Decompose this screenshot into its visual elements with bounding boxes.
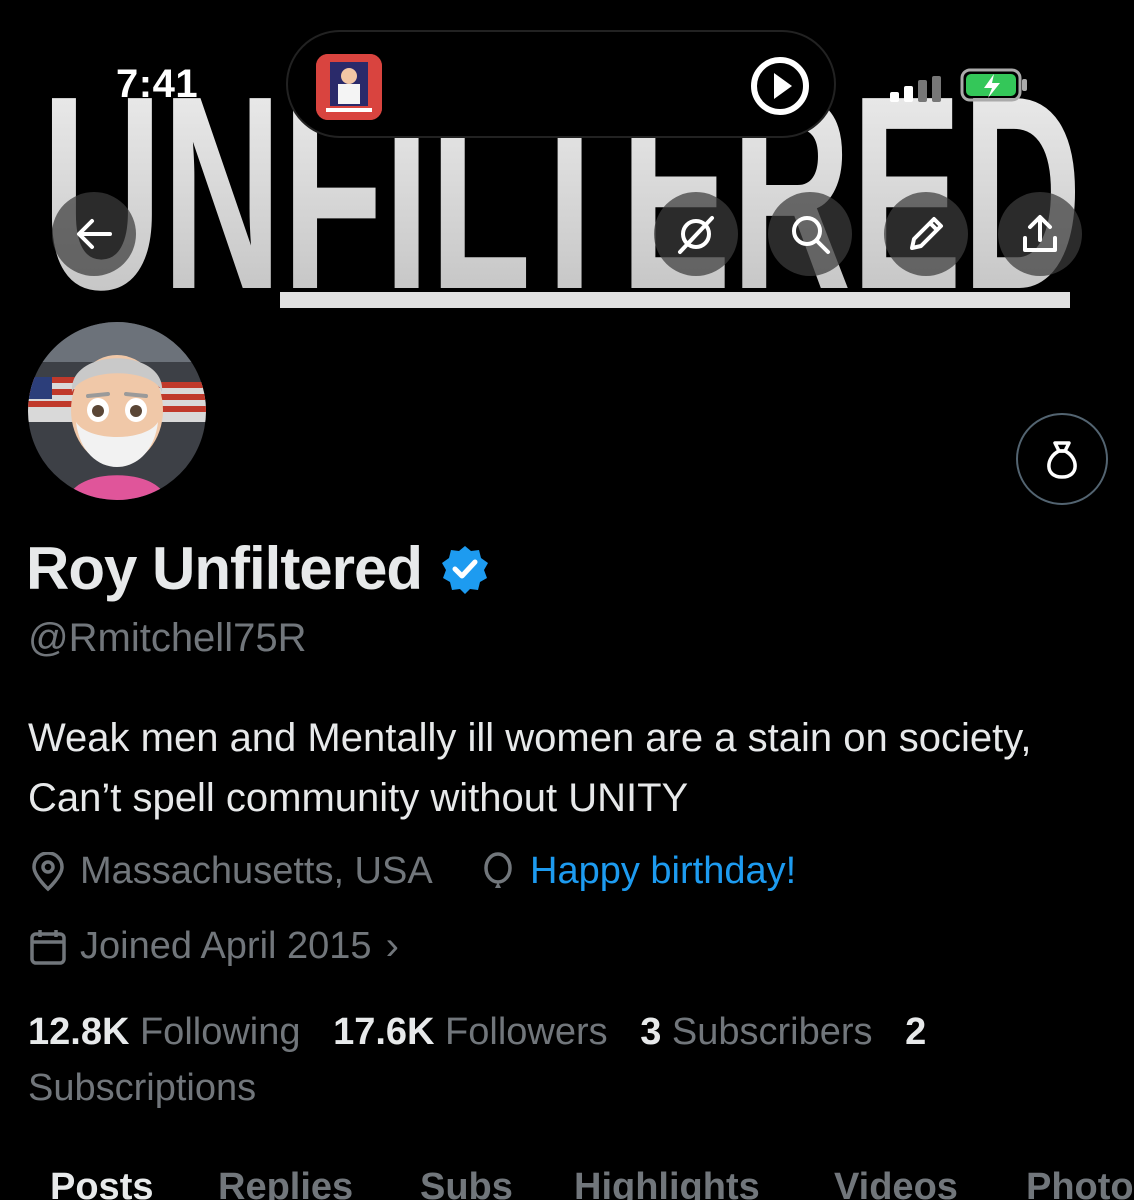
joined-text: Joined April 2015	[80, 925, 372, 967]
balloon-icon	[484, 851, 512, 888]
followers-label: Followers	[445, 1011, 608, 1053]
profile-tabs: Posts Replies Subs Highlights Videos Pho…	[0, 1160, 1134, 1200]
tab-videos[interactable]: Videos	[834, 1166, 958, 1200]
subscribers-label: Subscribers	[671, 1011, 873, 1053]
search-button[interactable]	[768, 192, 852, 276]
subscribe-button[interactable]	[1016, 413, 1108, 505]
money-bag-icon	[1047, 441, 1077, 479]
bio: Weak men and Mentally ill women are a st…	[28, 716, 1032, 820]
profile-banner[interactable]: UNFILTERED 7:41	[0, 0, 1134, 322]
location-pin-icon	[32, 851, 64, 891]
followers-stat[interactable]: 17.6K Followers	[333, 1011, 608, 1053]
share-button[interactable]	[998, 192, 1082, 276]
play-icon[interactable]	[748, 54, 812, 118]
display-name: Roy Unfiltered	[26, 535, 423, 602]
display-name-row: Roy Unfiltered	[26, 534, 490, 603]
tab-replies[interactable]: Replies	[218, 1166, 353, 1200]
avatar[interactable]	[24, 318, 210, 504]
subscriptions-count: 2	[905, 1011, 927, 1053]
avatar-image	[28, 322, 206, 500]
subscriptions-label: Subscriptions	[28, 1067, 257, 1109]
calendar-icon	[30, 929, 66, 965]
profile-stats: 12.8K Following 17.6K Followers 3 Subscr…	[28, 1004, 1118, 1116]
arrow-left-icon	[77, 219, 112, 249]
pencil-icon	[910, 217, 943, 250]
live-activity-app-icon[interactable]	[316, 54, 382, 120]
grok-button[interactable]	[654, 192, 738, 276]
following-count: 12.8K	[28, 1011, 130, 1053]
birthday[interactable]: Happy birthday!	[478, 850, 796, 893]
birthday-text[interactable]: Happy birthday!	[530, 850, 796, 893]
grok-icon	[678, 216, 714, 254]
battery-charging-icon	[960, 68, 1027, 102]
chevron-right-icon[interactable]: ›	[386, 924, 399, 969]
tab-highlights[interactable]: Highlights	[574, 1166, 760, 1200]
location-text: Massachusetts, USA	[80, 850, 433, 892]
tab-subs[interactable]: Subs	[420, 1166, 513, 1200]
search-icon	[792, 216, 830, 254]
back-button[interactable]	[52, 192, 136, 276]
following-stat[interactable]: 12.8K Following	[28, 1011, 301, 1053]
signal-icon	[890, 76, 941, 102]
subscribers-stat[interactable]: 3 Subscribers	[640, 1011, 872, 1053]
edit-button[interactable]	[884, 192, 968, 276]
tab-photos[interactable]: Photos	[1026, 1166, 1134, 1200]
followers-count: 17.6K	[333, 1011, 435, 1053]
joined-date[interactable]: Joined April 2015 ›	[28, 924, 399, 969]
following-label: Following	[139, 1011, 301, 1053]
subscribers-count: 3	[640, 1011, 662, 1053]
verified-badge-icon[interactable]	[440, 544, 490, 594]
share-icon	[1023, 215, 1057, 252]
tab-posts[interactable]: Posts	[50, 1166, 153, 1200]
user-handle: @Rmitchell75R	[28, 616, 307, 660]
location: Massachusetts, USA	[28, 850, 433, 893]
status-time: 7:41	[116, 62, 199, 106]
dynamic-island[interactable]	[286, 30, 836, 138]
